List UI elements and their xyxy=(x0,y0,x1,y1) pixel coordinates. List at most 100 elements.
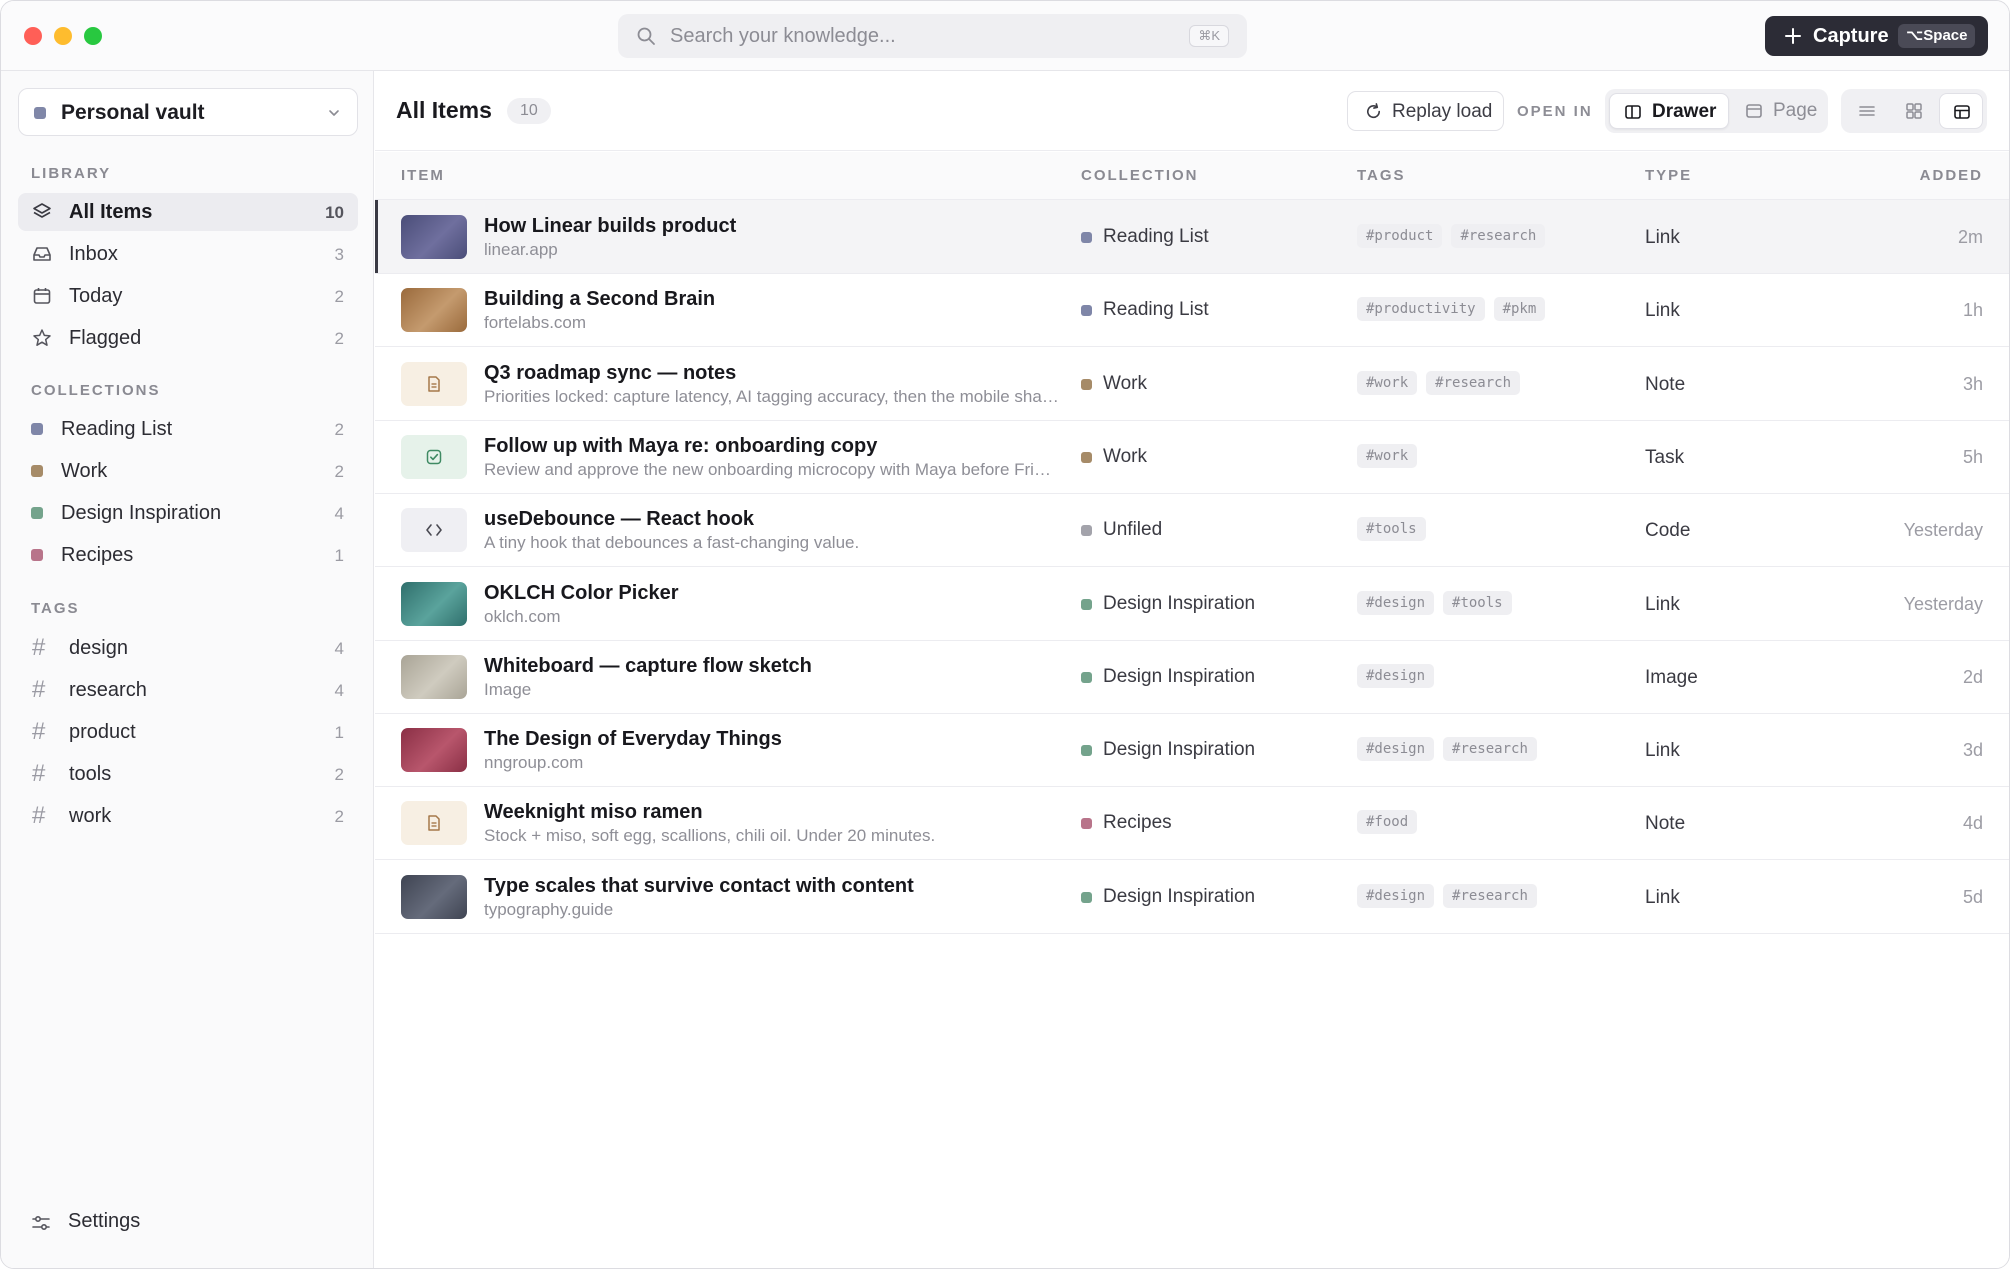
item-thumbnail xyxy=(401,801,467,846)
item-title: Building a Second Brain xyxy=(484,288,716,311)
sidebar-tag-product[interactable]: # product 1 xyxy=(18,713,358,751)
column-header-collection[interactable]: COLLECTION xyxy=(1081,167,1199,184)
page-icon xyxy=(1746,104,1762,118)
table-row[interactable]: Follow up with Maya re: onboarding copy … xyxy=(375,420,2009,494)
table-view-button[interactable] xyxy=(1939,93,1983,129)
close-window-button[interactable] xyxy=(24,27,42,45)
list-icon xyxy=(1859,106,1875,116)
table-row[interactable]: How Linear builds product linear.app Rea… xyxy=(375,200,2009,274)
tag-chip[interactable]: #research xyxy=(1443,737,1537,762)
sidebar-tag-work[interactable]: # work 2 xyxy=(18,797,358,835)
capture-label: Capture xyxy=(1813,25,1889,47)
capture-button[interactable]: Capture ⌥Space xyxy=(1765,16,1988,56)
grid-view-button[interactable] xyxy=(1892,93,1936,129)
zoom-window-button[interactable] xyxy=(84,27,102,45)
column-header-tags[interactable]: TAGS xyxy=(1357,167,1406,184)
collection-label: Reading List xyxy=(1103,226,1209,247)
sidebar-item-inbox[interactable]: Inbox 3 xyxy=(18,235,358,273)
sidebar-item-recipes[interactable]: Recipes 1 xyxy=(18,536,358,574)
tag-chip[interactable]: #design xyxy=(1357,737,1435,762)
sidebar-tag-research[interactable]: # research 4 xyxy=(18,671,358,709)
calendar-icon xyxy=(33,288,51,304)
item-subtitle: Image xyxy=(484,679,532,699)
vault-switcher[interactable]: Personal vault xyxy=(18,88,358,136)
page-option-label: Page xyxy=(1773,100,1818,121)
open-in-drawer-option[interactable]: Drawer xyxy=(1609,93,1729,129)
task-icon xyxy=(426,449,442,465)
collection-label: Reading List xyxy=(1103,299,1209,321)
settings-button[interactable]: Settings xyxy=(31,1208,231,1238)
table-row[interactable]: The Design of Everyday Things nngroup.co… xyxy=(375,713,2009,788)
table-row[interactable]: Weeknight miso ramen Stock + miso, soft … xyxy=(375,786,2009,861)
column-header-item[interactable]: ITEM xyxy=(401,167,445,184)
table-row[interactable]: Whiteboard — capture flow sketch Image D… xyxy=(375,640,2009,714)
search-bar[interactable]: Search your knowledge... ⌘K xyxy=(618,14,1247,58)
tag-chip[interactable]: #pkm xyxy=(1493,297,1546,322)
tag-chip[interactable]: #productivity xyxy=(1357,297,1485,322)
item-tags: #productivity #pkm xyxy=(1357,297,1546,323)
item-tags: #work xyxy=(1357,443,1418,470)
sidebar-item-reading-list[interactable]: Reading List 2 xyxy=(18,410,358,448)
list-view-button[interactable] xyxy=(1845,93,1889,129)
sidebar-item-work[interactable]: Work 2 xyxy=(18,452,358,490)
sidebar-item-count: 2 xyxy=(334,765,344,784)
item-added: 5d xyxy=(1962,886,1983,907)
tag-chip[interactable]: #research xyxy=(1426,370,1521,395)
table-row[interactable]: Building a Second Brain fortelabs.com Re… xyxy=(375,273,2009,348)
collections-section-label: COLLECTIONS xyxy=(31,382,161,399)
main-panel: All Items 10 Replay load OPEN IN Drawer xyxy=(375,71,2009,1268)
sidebar-item-design-inspiration[interactable]: Design Inspiration 4 xyxy=(18,494,358,532)
sidebar-item-flagged[interactable]: Flagged 2 xyxy=(18,319,358,357)
sidebar-item-label: Reading List xyxy=(61,418,173,440)
sidebar-tag-tools[interactable]: # tools 2 xyxy=(18,755,358,793)
collection-color-dot xyxy=(1081,598,1092,610)
tag-chip[interactable]: #design xyxy=(1357,590,1435,615)
item-subtitle: nngroup.com xyxy=(484,753,584,773)
sidebar-item-all-items[interactable]: All Items 10 xyxy=(18,193,358,231)
tag-chip[interactable]: #food xyxy=(1357,810,1418,835)
table-row[interactable]: useDebounce — React hook A tiny hook tha… xyxy=(375,493,2009,568)
collection-color-dot xyxy=(31,549,43,561)
sidebar-item-today[interactable]: Today 2 xyxy=(18,277,358,315)
collection-label: Work xyxy=(1103,372,1147,394)
item-type: Note xyxy=(1645,813,1686,835)
settings-label: Settings xyxy=(68,1210,141,1232)
open-in-page-option[interactable]: Page xyxy=(1731,93,1826,129)
drawer-option-label: Drawer xyxy=(1652,101,1717,122)
tag-chip[interactable]: #product xyxy=(1357,224,1443,248)
table-row[interactable]: OKLCH Color Picker oklch.com Design Insp… xyxy=(375,567,2009,641)
search-placeholder: Search your knowledge... xyxy=(670,25,896,47)
table-row[interactable]: Q3 roadmap sync — notes Priorities locke… xyxy=(375,347,2009,421)
tag-chip[interactable]: #tools xyxy=(1443,590,1512,615)
tag-chip[interactable]: #research xyxy=(1451,224,1546,248)
item-added: Yesterday xyxy=(1903,593,1983,614)
replay-load-label: Replay load xyxy=(1392,101,1493,122)
search-shortcut: ⌘K xyxy=(1189,25,1229,47)
item-type: Code xyxy=(1645,520,1691,542)
minimize-window-button[interactable] xyxy=(54,27,72,45)
sidebar-item-count: 1 xyxy=(334,723,344,742)
sidebar-item-count: 4 xyxy=(334,504,344,523)
hash-icon: # xyxy=(32,634,46,661)
item-subtitle: fortelabs.com xyxy=(484,313,587,333)
sidebar-item-count: 3 xyxy=(334,245,344,264)
sidebar-item-label: research xyxy=(69,679,147,701)
column-header-type[interactable]: TYPE xyxy=(1645,167,1692,184)
tag-chip[interactable]: #design xyxy=(1357,663,1435,688)
tag-chip[interactable]: #research xyxy=(1443,883,1537,908)
item-subtitle: Stock + miso, soft egg, scallions, chili… xyxy=(484,826,936,846)
sidebar: Personal vault LIBRARY All Items 10 Inbo… xyxy=(1,71,374,1268)
sidebar-item-label: All Items xyxy=(69,201,153,223)
item-title: Whiteboard — capture flow sketch xyxy=(484,654,812,677)
tag-chip[interactable]: #design xyxy=(1357,883,1435,908)
open-in-label: OPEN IN xyxy=(1517,103,1593,120)
table-row[interactable]: Type scales that survive contact with co… xyxy=(375,860,2009,934)
hash-icon: # xyxy=(32,676,46,703)
item-added: Yesterday xyxy=(1903,520,1983,541)
replay-load-button[interactable]: Replay load xyxy=(1347,91,1504,131)
tag-chip[interactable]: #work xyxy=(1357,370,1418,395)
sidebar-tag-design[interactable]: # design 4 xyxy=(18,629,358,667)
tag-chip[interactable]: #tools xyxy=(1357,517,1426,542)
column-header-added[interactable]: ADDED xyxy=(1920,167,1983,184)
tag-chip[interactable]: #work xyxy=(1357,443,1418,468)
